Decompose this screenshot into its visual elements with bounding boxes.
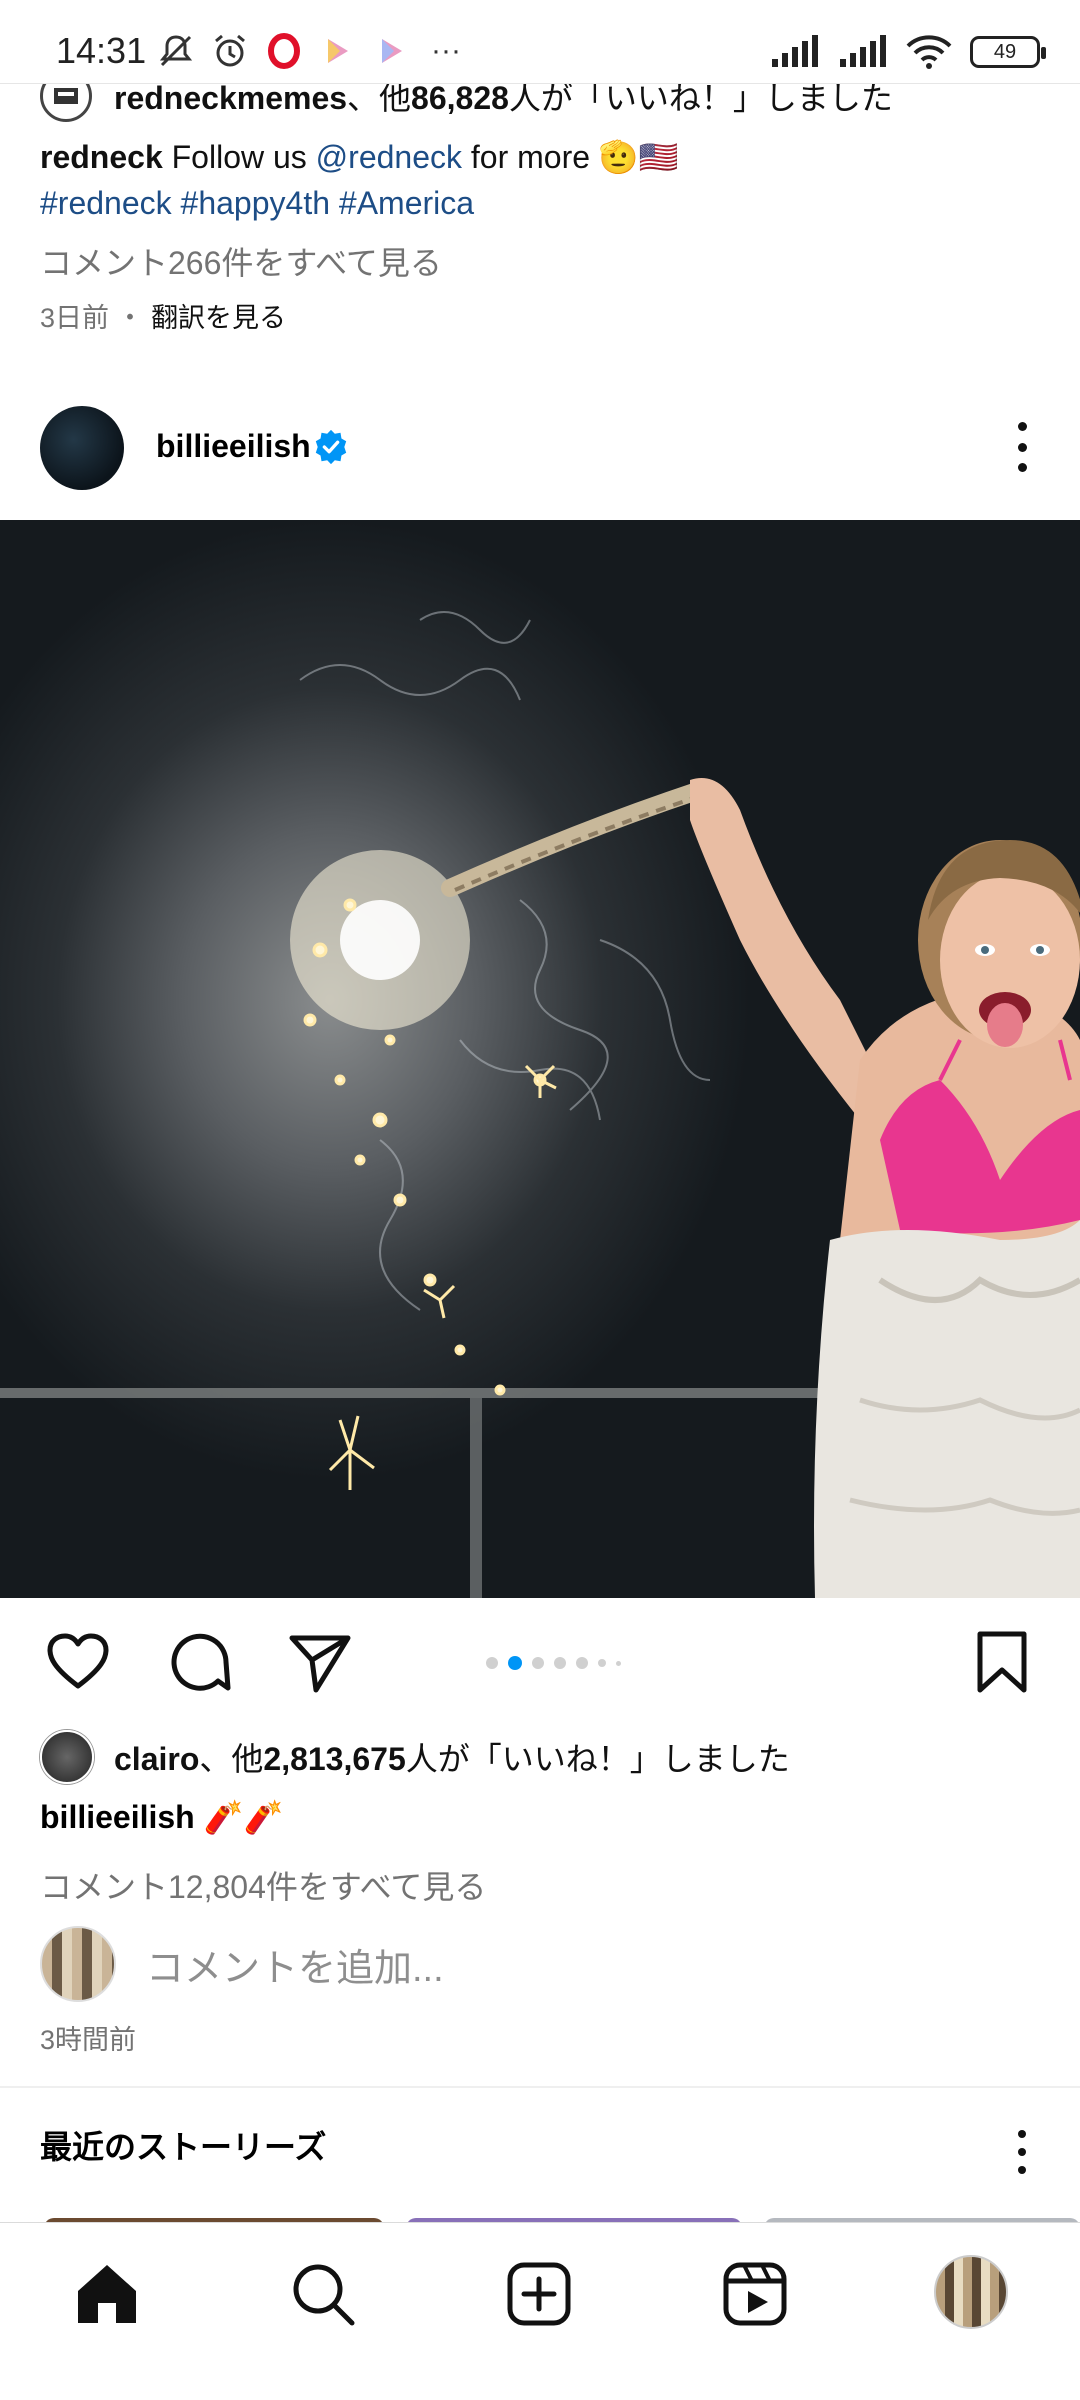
like-heart-icon[interactable] <box>44 1628 112 1696</box>
hashtag-link[interactable]: #happy4th <box>181 185 330 221</box>
hashtag-link[interactable]: #redneck <box>40 185 172 221</box>
avatar <box>40 1926 116 2002</box>
status-bar: 14:31 ··· 49 <box>0 0 1080 84</box>
signal-icon-2 <box>840 35 886 67</box>
status-system-icons: 49 <box>770 34 1046 70</box>
post-username[interactable]: billieeilish <box>156 428 311 465</box>
caption-text: 🧨🧨 <box>194 1799 284 1835</box>
share-send-icon[interactable] <box>286 1628 354 1696</box>
post-image[interactable] <box>0 520 1080 1598</box>
post-caption: billieeilish 🧨🧨 <box>40 1798 283 1836</box>
see-translation-link[interactable]: 翻訳を見る <box>151 303 286 333</box>
battery-icon: 49 <box>970 36 1046 68</box>
liker-username[interactable]: clairo <box>114 1741 199 1777</box>
alarm-icon <box>209 30 251 72</box>
carousel-dot <box>486 1657 498 1669</box>
post-time: 3日前 <box>40 303 110 333</box>
likes-suffix: 、他 <box>199 1741 264 1777</box>
bottom-navigation <box>0 2222 1080 2400</box>
profile-avatar[interactable] <box>934 2255 1008 2329</box>
status-notification-icons: ··· <box>155 30 467 72</box>
caption-username[interactable]: redneck <box>40 139 163 175</box>
post-time: 3時間前 <box>40 2025 137 2055</box>
post-options-icon[interactable] <box>1012 422 1032 472</box>
opera-icon <box>263 30 305 72</box>
carousel-dot <box>554 1657 566 1669</box>
caption-text: Follow us <box>162 139 316 175</box>
carousel-dot-active <box>508 1656 522 1670</box>
post-likes[interactable]: clairo、他2,813,675人が「いいね！」しました <box>40 1730 790 1784</box>
liker-username[interactable]: redneckmemes <box>114 80 347 116</box>
status-time: 14:31 <box>56 30 147 71</box>
caption-text-2: for more 🫡🇺🇸 <box>462 139 679 175</box>
carousel-dot <box>598 1659 606 1667</box>
post-header: billieeilish <box>0 398 1080 498</box>
home-icon[interactable] <box>72 2259 142 2329</box>
add-comment-input[interactable]: コメントを追加... <box>146 1937 444 1992</box>
more-notifications-icon: ··· <box>431 34 461 67</box>
carousel-indicator <box>486 1656 621 1670</box>
avatar[interactable] <box>40 1730 94 1784</box>
hashtag-link[interactable]: #America <box>339 185 474 221</box>
play-store-icon-2 <box>371 30 413 72</box>
caption-username[interactable]: billieeilish <box>40 1799 195 1835</box>
wifi-icon <box>906 35 952 69</box>
previous-post-caption: redneck Follow us @redneck for more 🫡🇺🇸 … <box>40 134 679 226</box>
search-icon[interactable] <box>288 2259 358 2329</box>
view-all-comments-link[interactable]: コメント12,804件をすべて見る <box>40 1862 486 1908</box>
avatar[interactable] <box>40 406 124 490</box>
post-actions <box>0 1618 1080 1708</box>
save-bookmark-icon[interactable] <box>968 1628 1036 1696</box>
likes-count[interactable]: 86,828 <box>411 80 509 116</box>
add-comment-row[interactable]: コメントを追加... <box>40 1926 444 2002</box>
mention-link[interactable]: @redneck <box>316 139 462 175</box>
likes-suffix: 、他 <box>347 80 412 116</box>
likes-count[interactable]: 2,813,675 <box>263 1741 405 1777</box>
verified-badge-icon <box>315 429 347 465</box>
view-all-comments-link[interactable]: コメント266件をすべて見る <box>40 238 442 284</box>
mute-icon <box>155 30 197 72</box>
create-post-icon[interactable] <box>504 2259 574 2329</box>
play-store-icon <box>317 30 359 72</box>
carousel-dot <box>616 1660 621 1666</box>
divider <box>0 2086 1080 2088</box>
likes-tail: 人が「いいね！」しました <box>508 80 893 116</box>
section-title: 最近のストーリーズ <box>40 2129 327 2165</box>
reels-icon[interactable] <box>720 2259 790 2329</box>
stories-options-icon[interactable] <box>1012 2130 1032 2174</box>
comment-icon[interactable] <box>166 1628 234 1696</box>
carousel-dot <box>532 1657 544 1669</box>
likes-tail: 人が「いいね！」しました <box>405 1741 790 1777</box>
signal-icon <box>772 35 818 67</box>
likes-summary: clairo、他2,813,675人が「いいね！」しました <box>114 1734 790 1780</box>
previous-post-meta: 3日前 ・ 翻訳を見る <box>40 296 286 335</box>
separator: ・ <box>116 303 144 333</box>
carousel-dot <box>576 1657 588 1669</box>
